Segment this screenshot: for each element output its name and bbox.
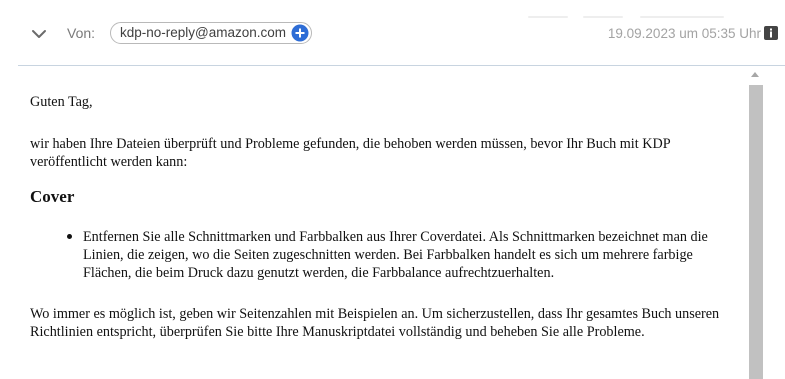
issue-list: Entfernen Sie alle Schnittmarken und Far…: [66, 228, 736, 282]
closing-paragraph: Wo immer es möglich ist, geben wir Seite…: [30, 306, 720, 340]
message-body: Guten Tag, wir haben Ihre Dateien überpr…: [18, 66, 744, 379]
intro-paragraph: wir haben Ihre Dateien überprüft und Pro…: [30, 136, 671, 170]
bullet-icon: [67, 234, 72, 239]
scroll-up-arrow-icon[interactable]: [751, 72, 759, 77]
toolbar-ghost: [640, 16, 724, 18]
chevron-down-icon[interactable]: [28, 24, 50, 44]
message-header: Von: kdp-no-reply@amazon.com 19.09.2023 …: [0, 0, 785, 66]
from-label: Von:: [67, 25, 96, 41]
message-date: 19.09.2023 um 05:35 Uhr: [607, 26, 761, 41]
greeting-text: Guten Tag,: [30, 94, 93, 110]
plus-circle-icon[interactable]: [291, 24, 309, 42]
sender-address[interactable]: kdp-no-reply@amazon.com: [120, 23, 286, 43]
toolbar-ghost: [528, 16, 568, 18]
list-item-text: Entfernen Sie alle Schnittmarken und Far…: [83, 229, 708, 281]
toolbar-ghost: [583, 16, 623, 18]
list-item: Entfernen Sie alle Schnittmarken und Far…: [66, 228, 736, 282]
vertical-scrollbar[interactable]: [747, 66, 764, 379]
scrollbar-thumb[interactable]: [749, 85, 763, 379]
sender-pill[interactable]: kdp-no-reply@amazon.com: [110, 22, 313, 44]
info-icon[interactable]: [764, 26, 778, 40]
section-heading: Cover: [30, 187, 75, 206]
